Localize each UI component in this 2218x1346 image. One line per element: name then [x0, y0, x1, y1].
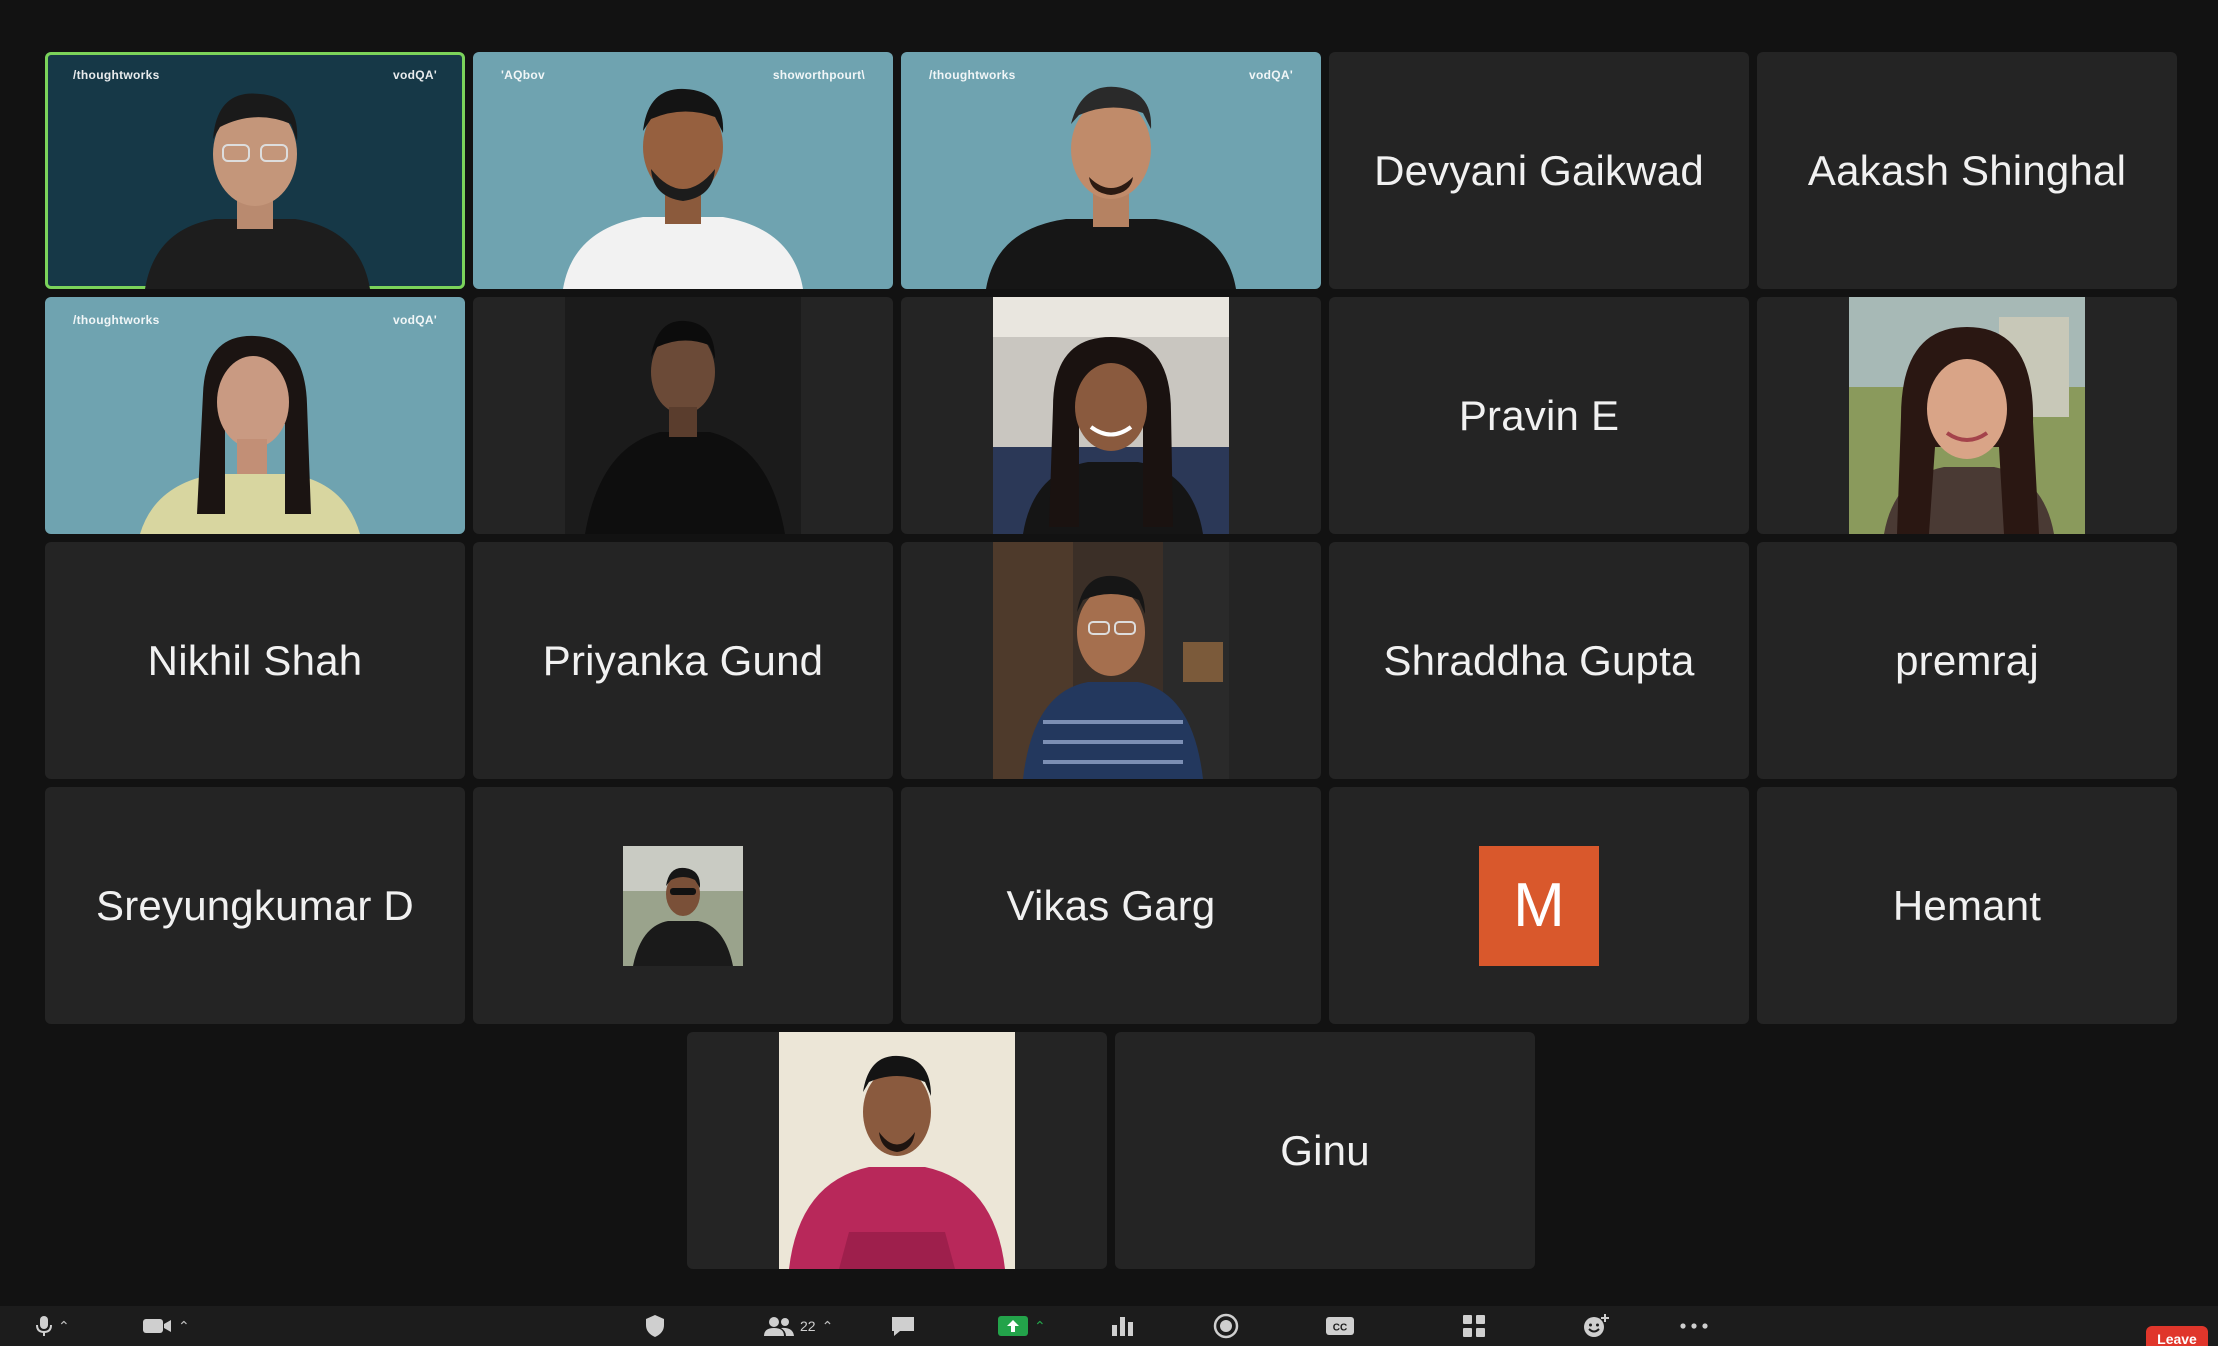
participants-count: 22	[800, 1318, 816, 1334]
participant-photo	[623, 845, 743, 966]
brand-label: vodQA'	[393, 68, 437, 82]
mute-button[interactable]: ⌃	[36, 1306, 70, 1346]
video-tile[interactable]: /thoughtworks vodQA'	[45, 297, 465, 534]
video-tile[interactable]: Vikas Garg	[901, 787, 1321, 1024]
participant-video	[563, 88, 803, 289]
reactions-button[interactable]	[1582, 1306, 1610, 1346]
video-tile[interactable]: premraj	[1757, 542, 2177, 779]
participant-name: Ginu	[1280, 1126, 1370, 1174]
video-tile[interactable]	[473, 297, 893, 534]
video-tile[interactable]: Ginu	[1115, 1032, 1535, 1269]
participant-video	[779, 1032, 1015, 1269]
video-tile[interactable]: Sreyungkumar D	[45, 787, 465, 1024]
participant-name: Aakash Shinghal	[1807, 146, 2127, 194]
video-camera-icon	[143, 1319, 171, 1333]
video-tile[interactable]	[473, 787, 893, 1024]
avatar: M	[1479, 845, 1599, 966]
meeting-toolbar: ⌃ ⌃ 22 ⌃ ⌃ CC Leave	[0, 1306, 2218, 1346]
participant-video	[145, 93, 370, 289]
participant-name: Vikas Garg	[1006, 881, 1216, 929]
video-tile[interactable]: M	[1329, 787, 1749, 1024]
participant-video	[993, 542, 1229, 779]
video-tile[interactable]: /thoughtworks vodQA'	[45, 52, 465, 289]
video-tile[interactable]: Priyanka Gund	[473, 542, 893, 779]
video-button[interactable]: ⌃	[142, 1306, 190, 1346]
participant-name: Sreyungkumar D	[96, 881, 414, 929]
leave-button[interactable]: Leave	[2146, 1326, 2208, 1346]
shield-icon	[646, 1315, 664, 1337]
video-tile[interactable]: Aakash Shinghal	[1757, 52, 2177, 289]
video-tile[interactable]	[901, 297, 1321, 534]
video-tile[interactable]: Nikhil Shah	[45, 542, 465, 779]
polls-button[interactable]	[1110, 1306, 1134, 1346]
chevron-up-icon[interactable]: ⌃	[1034, 1318, 1046, 1335]
chevron-up-icon[interactable]: ⌃	[58, 1318, 70, 1335]
smiley-plus-icon	[1584, 1314, 1609, 1337]
participant-name: Hemant	[1892, 881, 2042, 929]
brand-label: 'AQbov	[501, 68, 545, 82]
participant-video	[565, 297, 801, 534]
chevron-up-icon[interactable]: ⌃	[822, 1318, 834, 1335]
participant-name: Shraddha Gupta	[1383, 636, 1695, 684]
svg-text:CC: CC	[1333, 1323, 1347, 1334]
brand-label: vodQA'	[1249, 68, 1293, 82]
bar-chart-icon	[1112, 1317, 1133, 1336]
participant-video	[993, 297, 1229, 534]
video-tile[interactable]: 'AQbov showorthpourt\	[473, 52, 893, 289]
share-screen-button[interactable]: ⌃	[998, 1306, 1046, 1346]
video-tile[interactable]	[901, 542, 1321, 779]
video-tile[interactable]: Shraddha Gupta	[1329, 542, 1749, 779]
chat-button[interactable]	[890, 1306, 916, 1346]
participant-video	[986, 86, 1236, 289]
participants-icon	[764, 1317, 794, 1336]
video-tile[interactable]: /thoughtworks vodQA'	[901, 52, 1321, 289]
participant-video	[1849, 297, 2085, 534]
chevron-up-icon[interactable]: ⌃	[178, 1318, 190, 1335]
more-dots-icon	[1680, 1323, 1708, 1329]
video-tile[interactable]	[1757, 297, 2177, 534]
captions-button[interactable]: CC	[1325, 1306, 1355, 1346]
share-screen-icon	[998, 1316, 1028, 1336]
video-tile[interactable]	[687, 1032, 1107, 1269]
chat-bubble-icon	[892, 1317, 914, 1336]
participants-button[interactable]: 22 ⌃	[764, 1306, 833, 1346]
record-icon	[1213, 1313, 1239, 1339]
apps-button[interactable]	[1462, 1306, 1486, 1346]
video-tile[interactable]: Pravin E	[1329, 297, 1749, 534]
microphone-icon	[36, 1316, 52, 1336]
participant-name: Devyani Gaikwad	[1374, 146, 1704, 194]
participant-name: premraj	[1895, 636, 2039, 684]
participant-video	[140, 335, 360, 534]
participant-name: Nikhil Shah	[147, 636, 363, 684]
participant-name: Priyanka Gund	[542, 636, 824, 684]
participant-name: Pravin E	[1458, 391, 1620, 439]
more-button[interactable]	[1680, 1306, 1708, 1346]
brand-label: vodQA'	[393, 313, 437, 327]
record-button[interactable]	[1213, 1306, 1239, 1346]
video-tile[interactable]: Devyani Gaikwad	[1329, 52, 1749, 289]
closed-captions-icon: CC	[1326, 1317, 1354, 1335]
gallery-view: /thoughtworks vodQA' 'AQbov showorthpour…	[0, 0, 2218, 1306]
video-tile[interactable]: Hemant	[1757, 787, 2177, 1024]
security-button[interactable]	[644, 1306, 666, 1346]
apps-grid-icon	[1463, 1315, 1485, 1337]
